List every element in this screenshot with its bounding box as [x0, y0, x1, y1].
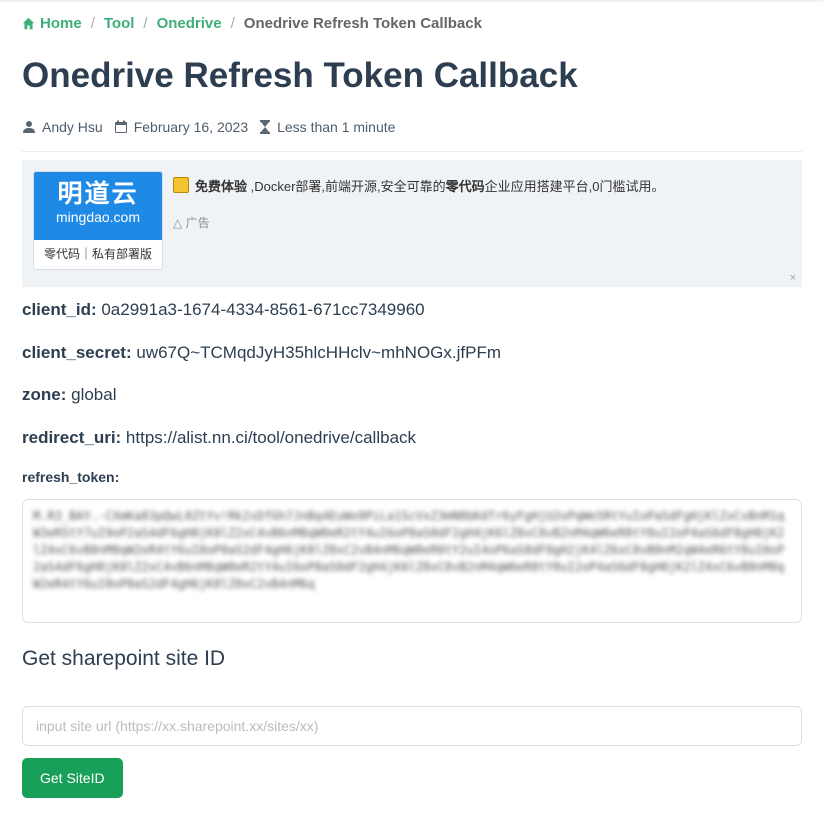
ad-icon: △	[173, 216, 183, 230]
ad-logo-tagline: 零代码｜私有部署版	[43, 247, 152, 261]
sharepoint-heading: Get sharepoint site ID	[22, 647, 226, 670]
ad-text[interactable]: 免费体验 ,Docker部署,前端开源,安全可靠的零代码企业应用搭建平台,0门槛…	[173, 176, 665, 195]
ad-logo-name: 明道云	[57, 180, 139, 208]
refresh-token-textarea[interactable]: M.R3_BAY.-CXmKa83pQwL0ZtYv!Rk2sDfGh7JnBq…	[22, 499, 802, 623]
post-date: February 16, 2023	[133, 119, 249, 135]
zone-label: zone:	[22, 385, 67, 404]
breadcrumb-current: Onedrive Refresh Token Callback	[243, 15, 482, 32]
ad-text-bold: 免费体验	[195, 179, 248, 194]
home-icon	[22, 17, 35, 30]
meta-divider	[22, 151, 802, 152]
author-name[interactable]: Andy Hsu	[42, 119, 103, 135]
page-meta: Andy Hsu February 16, 2023 Less than 1 m…	[22, 119, 406, 135]
top-shadow	[0, 0, 823, 3]
ad-logo-url: mingdao.com	[55, 209, 141, 225]
redirect-uri-label: redirect_uri:	[22, 428, 122, 447]
user-icon	[23, 121, 35, 133]
ad-text-part: 企业应用搭建平台,0门槛试用。	[484, 179, 665, 194]
client-secret-line: client_secret: uw67Q~TCMqdJyH35hlcHHclv~…	[22, 343, 501, 363]
client-secret-value: uw67Q~TCMqdJyH35hlcHHclv~mhNOGx.jfPFm	[131, 343, 501, 362]
read-time-info: Less than 1 minute	[259, 119, 395, 135]
ad-logo[interactable]: 明道云 mingdao.com 零代码｜私有部署版	[33, 171, 163, 270]
calendar-icon	[114, 120, 127, 133]
redirect-uri-value: https://alist.nn.ci/tool/onedrive/callba…	[121, 428, 417, 447]
ad-label: △ 广告	[173, 214, 210, 231]
ad-banner[interactable]: 明道云 mingdao.com 零代码｜私有部署版 免费体验 ,Docker部署…	[22, 160, 802, 287]
zone-value: global	[66, 385, 117, 404]
breadcrumb-separator: /	[230, 15, 235, 32]
zone-line: zone: global	[22, 385, 117, 405]
breadcrumb-onedrive[interactable]: Onedrive	[157, 15, 222, 32]
ad-emoji-icon	[173, 177, 189, 193]
read-time: Less than 1 minute	[277, 119, 396, 135]
client-secret-label: client_secret:	[22, 343, 132, 362]
breadcrumb-tool[interactable]: Tool	[104, 15, 135, 32]
site-url-input[interactable]	[22, 706, 802, 746]
ad-text-bold: 零代码	[445, 179, 485, 194]
close-icon[interactable]: ×	[790, 272, 796, 284]
refresh-token-value: M.R3_BAY.-CXmKa83pQwL0ZtYv!Rk2sDfGh7JnBq…	[33, 509, 785, 591]
hourglass-icon	[260, 120, 271, 134]
breadcrumb-home[interactable]: Home	[40, 15, 82, 32]
page-title: Onedrive Refresh Token Callback	[22, 56, 578, 95]
breadcrumb-separator: /	[143, 15, 148, 32]
date-info: February 16, 2023	[114, 119, 248, 135]
client-id-line: client_id: 0a2991a3-1674-4334-8561-671cc…	[22, 300, 425, 320]
ad-text-part: ,Docker部署,前端开源,安全可靠的	[247, 179, 446, 194]
ad-label-text: 广告	[185, 216, 210, 230]
client-id-value: 0a2991a3-1674-4334-8561-671cc7349960	[96, 300, 425, 319]
breadcrumb-separator: /	[90, 15, 95, 32]
breadcrumb: Home / Tool / Onedrive / Onedrive Refres…	[22, 15, 482, 32]
refresh-token-label: refresh_token:	[22, 469, 120, 485]
redirect-uri-line: redirect_uri: https://alist.nn.ci/tool/o…	[22, 428, 416, 448]
get-siteid-button[interactable]: Get SiteID	[22, 758, 123, 798]
ad-logo-top: 明道云 mingdao.com	[34, 172, 162, 240]
author-info: Andy Hsu	[22, 119, 103, 135]
client-id-label: client_id:	[22, 300, 97, 319]
